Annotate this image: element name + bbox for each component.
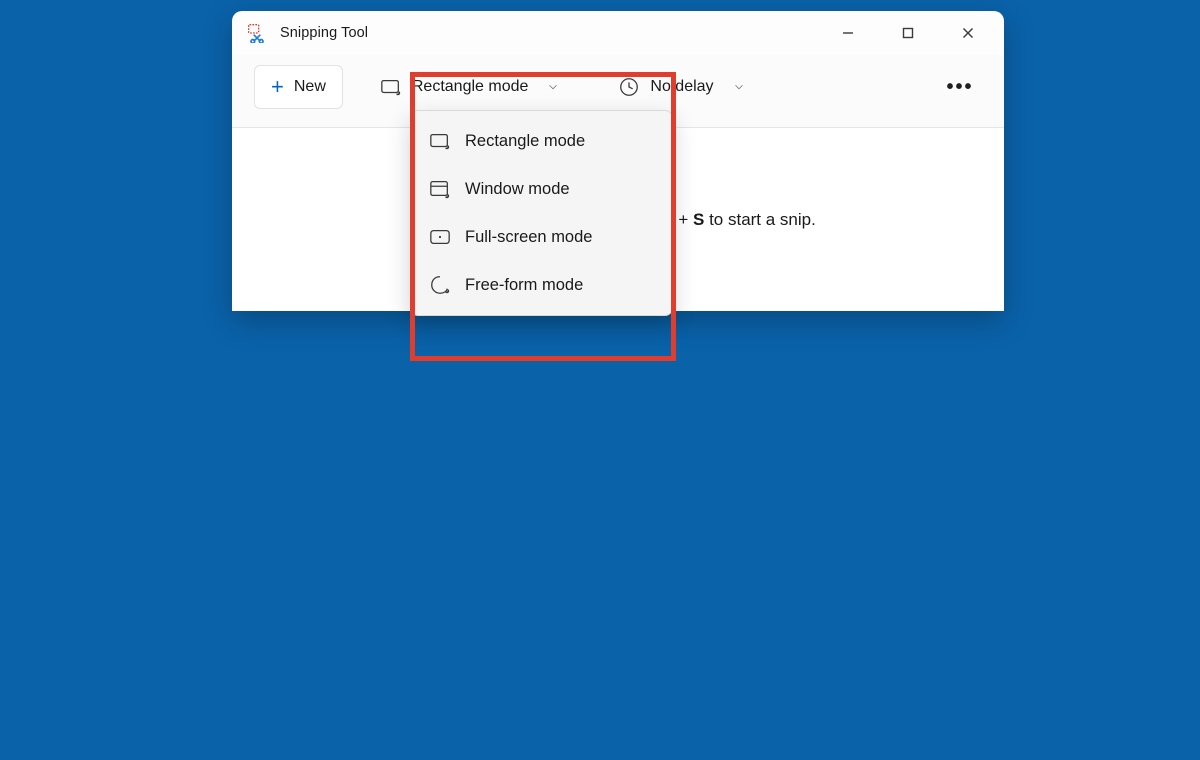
mode-option-label: Free-form mode [465,276,583,295]
ellipsis-icon: ••• [946,76,973,99]
maximize-button[interactable] [878,13,938,53]
rectangle-mode-icon [380,76,402,98]
minimize-button[interactable] [818,13,878,53]
snipping-tool-window: Snipping Tool + New Rectangle mode [232,11,1004,311]
mode-dropdown-menu: Rectangle mode Window mode Full-screen m… [410,110,673,316]
new-button[interactable]: + New [254,65,343,109]
rectangle-mode-icon [429,130,451,152]
mode-option-window[interactable]: Window mode [415,165,668,213]
mode-dropdown-button[interactable]: Rectangle mode [363,65,582,109]
clock-icon [618,76,640,98]
close-button[interactable] [938,13,998,53]
freeform-mode-icon [429,274,451,296]
mode-option-fullscreen[interactable]: Full-screen mode [415,213,668,261]
delay-dropdown-label: No delay [650,78,713,96]
app-title: Snipping Tool [280,25,368,41]
mode-option-label: Rectangle mode [465,132,585,151]
titlebar: Snipping Tool [232,11,1004,55]
toolbar: + New Rectangle mode No delay ••• [232,55,1004,128]
more-button[interactable]: ••• [938,65,982,109]
snipping-tool-icon [246,22,268,44]
delay-dropdown-button[interactable]: No delay [601,65,766,109]
new-button-label: New [294,78,326,96]
plus-icon: + [271,76,284,98]
window-mode-icon [429,178,451,200]
chevron-down-icon [542,76,564,98]
mode-option-freeform[interactable]: Free-form mode [415,261,668,309]
mode-dropdown-label: Rectangle mode [412,78,529,96]
fullscreen-mode-icon [429,226,451,248]
chevron-down-icon [728,76,750,98]
mode-option-label: Full-screen mode [465,228,592,247]
mode-option-label: Window mode [465,180,570,199]
mode-option-rectangle[interactable]: Rectangle mode [415,117,668,165]
